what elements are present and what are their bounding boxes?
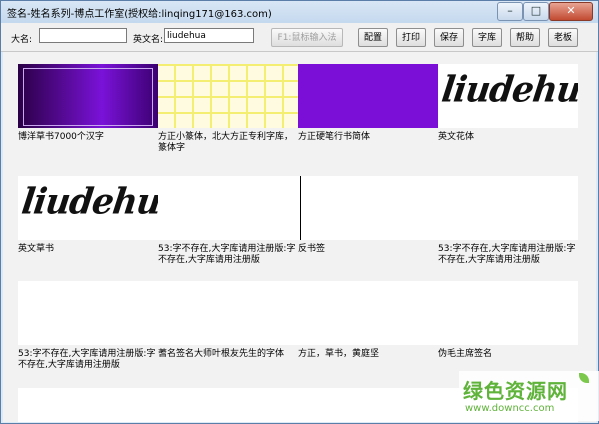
font-preview [298, 64, 438, 128]
font-caption: 方正，草书，黄庭坚 [298, 349, 380, 359]
font-caption: 53:字不存在,大字库请用注册版:字不存在,大字库请用注册版 [18, 349, 156, 370]
english-name-label: 英文名: [133, 35, 164, 45]
window-title: 签名-姓名系列-博点工作室(授权给:linqing171@163.com) [7, 9, 272, 20]
font-preview [298, 176, 438, 240]
font-preview [158, 64, 298, 128]
watermark-url: www.downcc.com [465, 403, 555, 414]
save-button[interactable]: 保存 [434, 28, 464, 47]
font-preview [298, 281, 438, 345]
close-icon[interactable]: ✕ [549, 2, 593, 21]
english-name-input[interactable]: liudehua [164, 28, 254, 43]
signature-preview: liudehua [439, 69, 578, 111]
preview-line [300, 176, 301, 240]
leaf-icon [579, 373, 589, 383]
signature-preview: liudehua [19, 181, 158, 223]
print-button[interactable]: 打印 [396, 28, 426, 47]
font-caption: 方正硬笔行书简体 [298, 132, 371, 142]
watermark: 绿色资源网 www.downcc.com [459, 371, 599, 421]
preview-frame [23, 68, 153, 126]
font-caption: 反书签 [298, 244, 326, 254]
font-caption: 53:字不存在,大字库请用注册版:字不存在,大字库请用注册版 [438, 244, 576, 265]
font-preview [158, 281, 298, 345]
font-caption: 伪毛主席签名 [438, 349, 493, 359]
font-preview [18, 64, 158, 128]
toolbar: 大名: 英文名: liudehua F1:鼠标输入法 配置 打印 保存 字库 帮… [1, 23, 598, 52]
mouse-input-button[interactable]: F1:鼠标输入法 [271, 28, 343, 47]
font-caption: 英文草书 [18, 244, 55, 254]
app-window: 签名-姓名系列-博点工作室(授权给:linqing171@163.com) – … [0, 0, 599, 424]
font-preview [438, 176, 578, 240]
font-grid: 博洋草书7000个汉字 方正小篆体，北大方正专利字库，篆体字 方正硬笔行书简体 … [3, 52, 596, 422]
minimize-icon[interactable]: – [497, 2, 523, 21]
config-button[interactable]: 配置 [358, 28, 388, 47]
font-caption: 英文花体 [438, 132, 475, 142]
font-library-button[interactable]: 字库 [472, 28, 502, 47]
font-caption: 蓍名签名大师叶根友先生的字体 [158, 349, 285, 359]
help-button[interactable]: 帮助 [510, 28, 540, 47]
watermark-title: 绿色资源网 [463, 379, 568, 403]
name-input[interactable] [39, 28, 127, 43]
font-preview [438, 281, 578, 345]
name-label: 大名: [11, 35, 33, 45]
font-preview [18, 281, 158, 345]
font-caption: 53:字不存在,大字库请用注册版:字不存在,大字库请用注册版 [158, 244, 296, 265]
font-caption: 博洋草书7000个汉字 [18, 132, 104, 142]
boss-button[interactable]: 老板 [548, 28, 578, 47]
font-preview [158, 176, 298, 240]
title-bar[interactable]: 签名-姓名系列-博点工作室(授权给:linqing171@163.com) – … [1, 1, 598, 23]
font-preview: liudehua [18, 176, 158, 240]
font-preview: liudehua [438, 64, 578, 128]
maximize-icon[interactable]: □ [523, 2, 549, 21]
font-caption: 方正小篆体，北大方正专利字库，篆体字 [158, 132, 294, 153]
